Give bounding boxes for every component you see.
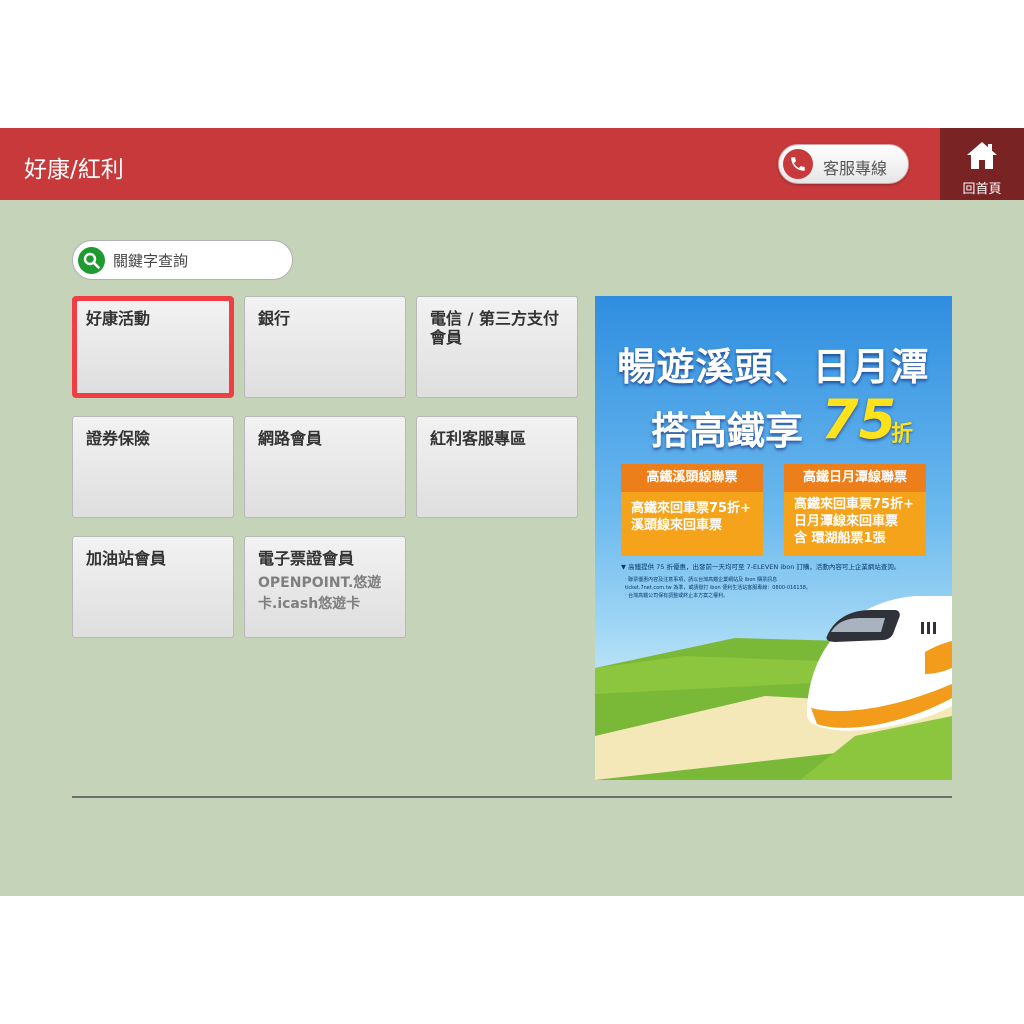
banner-headline: 暢遊溪頭、日月潭 bbox=[617, 345, 930, 389]
header-bar: 好康/紅利 客服專線 回首頁 bbox=[0, 128, 1024, 200]
search-icon bbox=[78, 247, 105, 274]
tile-securities-insurance[interactable]: 證券保險 bbox=[72, 416, 234, 518]
offer-line: 溪頭線來回車票 bbox=[631, 518, 723, 533]
banner-offer-xitou: 高鐵溪頭線聯票 高鐵來回車票75折+ 溪頭線來回車票 bbox=[621, 464, 763, 556]
tile-gas-station[interactable]: 加油站會員 bbox=[72, 536, 234, 638]
offer-title: 高鐵溪頭線聯票 bbox=[621, 464, 763, 492]
tile-bonus-service[interactable]: 紅利客服專區 bbox=[416, 416, 578, 518]
tile-label: 電信 / 第三方支付會員 bbox=[430, 309, 559, 347]
bottom-divider bbox=[72, 796, 952, 798]
phone-icon bbox=[783, 149, 813, 179]
tile-label: 電子票證會員 bbox=[258, 549, 355, 568]
banner-discount-unit: 折 bbox=[891, 422, 914, 447]
offer-line: 日月潭線來回車票 bbox=[794, 514, 899, 529]
fine-print-line: ticket.7net.com.tw 為準，或請撥打 ibon 便利生活站客服專… bbox=[625, 585, 811, 591]
kiosk-screen: 好康/紅利 客服專線 回首頁 好康活動 銀行 電信 / 第三方支付會員 證券保險 bbox=[0, 128, 1024, 896]
customer-service-label: 客服專線 bbox=[823, 159, 888, 178]
banner-discount-number: 75 bbox=[821, 388, 897, 451]
offer-details: 高鐵來回車票75折+ 日月潭線來回車票 含 環湖船票1張 bbox=[794, 496, 926, 547]
banner-fine-print: ‧ 聯票優惠內容及注意事項，請以台灣高鐵企業網站及 ibon 購票訊息 tick… bbox=[625, 576, 925, 600]
banner-note: ▼ 高鐵提供 75 折優惠，出發前一天均可至 7-ELEVEN ibon 訂購，… bbox=[621, 563, 901, 571]
tile-online-members[interactable]: 網路會員 bbox=[244, 416, 406, 518]
fine-print-line: ‧ 台灣高鐵公司保有調整或終止本方案之權利。 bbox=[625, 593, 729, 599]
search-input[interactable] bbox=[113, 249, 283, 273]
fine-print-line: ‧ 聯票優惠內容及注意事項，請以台灣高鐵企業網站及 ibon 購票訊息 bbox=[625, 577, 778, 583]
home-icon bbox=[967, 142, 997, 169]
tile-promotions[interactable]: 好康活動 bbox=[72, 296, 234, 398]
tile-label: 加油站會員 bbox=[86, 549, 167, 568]
tile-banks[interactable]: 銀行 bbox=[244, 296, 406, 398]
home-label: 回首頁 bbox=[962, 182, 1002, 197]
banner-offer-sun-moon-lake: 高鐵日月潭線聯票 高鐵來回車票75折+ 日月潭線來回車票 含 環湖船票1張 bbox=[784, 464, 926, 556]
home-button[interactable]: 回首頁 bbox=[940, 128, 1024, 200]
tile-label: 銀行 bbox=[258, 309, 291, 328]
tile-label: 網路會員 bbox=[258, 429, 323, 448]
offer-line: 高鐵來回車票75折+ bbox=[794, 497, 914, 512]
promo-banner[interactable]: 暢遊溪頭、日月潭 搭高鐵享 75 折 高鐵溪頭線聯票 高鐵來回車票75折+ 溪頭… bbox=[595, 296, 952, 780]
search-box[interactable] bbox=[72, 240, 293, 280]
customer-service-button[interactable]: 客服專線 bbox=[778, 144, 909, 184]
tile-telecom-payment[interactable]: 電信 / 第三方支付會員 bbox=[416, 296, 578, 398]
tile-label: 紅利客服專區 bbox=[430, 429, 527, 448]
banner-subheadline: 搭高鐵享 bbox=[651, 409, 804, 453]
offer-details: 高鐵來回車票75折+ 溪頭線來回車票 bbox=[631, 500, 763, 534]
page-title: 好康/紅利 bbox=[24, 157, 124, 183]
tile-label: 證券保險 bbox=[86, 429, 151, 448]
tile-sublabel: OPENPOINT.悠遊卡.icash悠遊卡 bbox=[258, 575, 382, 612]
offer-line: 含 環湖船票1張 bbox=[794, 531, 886, 546]
offer-title: 高鐵日月潭線聯票 bbox=[784, 464, 926, 492]
offer-line: 高鐵來回車票75折+ bbox=[631, 501, 751, 516]
tile-label: 好康活動 bbox=[86, 309, 151, 328]
tile-e-ticket[interactable]: 電子票證會員 OPENPOINT.悠遊卡.icash悠遊卡 bbox=[244, 536, 406, 638]
